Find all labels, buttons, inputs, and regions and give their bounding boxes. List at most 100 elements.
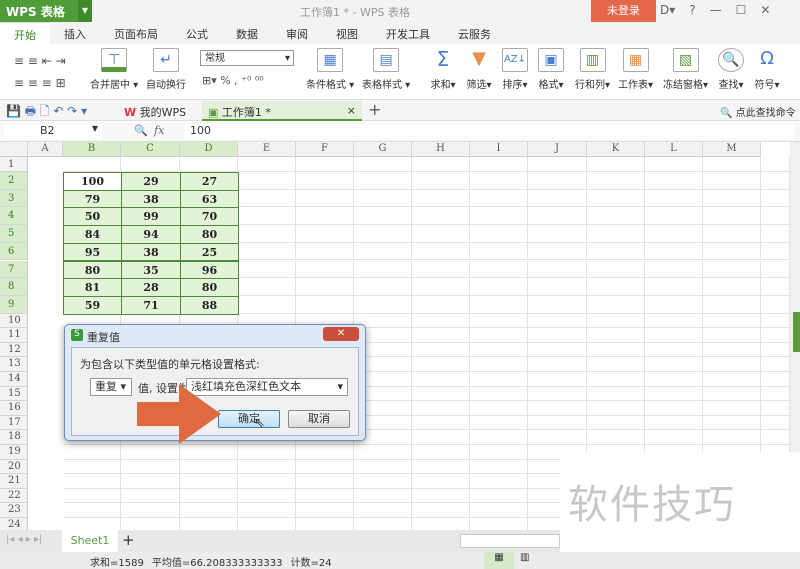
cell[interactable] (238, 474, 296, 489)
data-cell[interactable]: 25 (180, 242, 239, 262)
cell[interactable] (238, 295, 296, 314)
cell[interactable] (354, 242, 412, 261)
cell[interactable] (354, 295, 412, 314)
cell[interactable] (761, 189, 790, 208)
data-cell[interactable]: 38 (121, 242, 181, 262)
cell[interactable] (296, 260, 354, 279)
cell[interactable] (412, 342, 470, 358)
cell[interactable] (587, 225, 645, 243)
cell[interactable] (412, 295, 470, 314)
sheet-tab-sheet1[interactable]: Sheet1 (62, 530, 118, 552)
cell[interactable] (761, 386, 790, 402)
row-header[interactable]: 15 (0, 386, 28, 402)
normal-view-icon[interactable]: ▦ (484, 552, 514, 569)
row-header[interactable]: 16 (0, 401, 28, 416)
cell[interactable] (296, 459, 354, 475)
cell[interactable] (703, 207, 761, 226)
data-cell[interactable]: 63 (180, 189, 239, 209)
wps-menu-button[interactable]: WPS 表格 ▼ (0, 0, 92, 22)
cell[interactable] (587, 313, 645, 329)
row-header[interactable]: 21 (0, 474, 28, 489)
cell[interactable] (761, 207, 790, 226)
cell[interactable] (238, 242, 296, 261)
column-header[interactable]: D (180, 142, 238, 157)
cell[interactable] (121, 445, 180, 460)
row-header[interactable]: 24 (0, 518, 28, 530)
data-cell[interactable]: 59 (63, 295, 122, 315)
cell[interactable] (587, 207, 645, 226)
cell[interactable] (354, 225, 412, 243)
data-cell[interactable]: 95 (63, 242, 122, 262)
cell[interactable] (412, 172, 470, 190)
data-cell[interactable]: 29 (121, 172, 181, 191)
row-header[interactable]: 7 (0, 260, 28, 279)
cell[interactable] (354, 278, 412, 296)
sum-button[interactable]: Σ 求和▾ (430, 48, 456, 91)
cell[interactable] (180, 488, 238, 504)
column-header[interactable]: G (354, 142, 412, 157)
cell[interactable] (238, 207, 296, 226)
cell[interactable] (470, 172, 528, 190)
cell[interactable] (412, 430, 470, 445)
sort-button[interactable]: AZ↓ 排序▾ (502, 48, 528, 91)
cell[interactable] (238, 189, 296, 208)
cell[interactable] (761, 357, 790, 372)
cell[interactable] (587, 328, 645, 343)
data-cell[interactable]: 96 (180, 260, 239, 280)
cell[interactable] (528, 260, 587, 279)
cell[interactable] (645, 357, 703, 372)
cell[interactable] (354, 260, 412, 279)
find-button[interactable]: 🔍 查找▾ (718, 48, 744, 91)
cell[interactable] (528, 242, 587, 261)
cell[interactable] (703, 225, 761, 243)
cell[interactable] (761, 313, 790, 329)
cell[interactable] (238, 488, 296, 504)
cell[interactable] (528, 172, 587, 190)
cell[interactable] (238, 459, 296, 475)
ok-button[interactable]: 确定 (218, 410, 280, 428)
select-all-corner[interactable] (0, 142, 28, 157)
cell[interactable] (528, 401, 587, 416)
cell[interactable] (645, 260, 703, 279)
data-cell[interactable]: 50 (63, 207, 122, 227)
align-icons[interactable]: ≡ ≡ ⇤ ⇥ ≡ ≡ ≡ ⊞ (14, 50, 66, 94)
cell[interactable] (761, 430, 790, 445)
cell[interactable] (354, 445, 412, 460)
cell[interactable] (587, 357, 645, 372)
cell[interactable] (587, 342, 645, 358)
cell[interactable] (470, 189, 528, 208)
cell[interactable] (354, 172, 412, 190)
cell[interactable] (703, 415, 761, 431)
cell[interactable] (296, 157, 354, 172)
cell[interactable] (121, 518, 180, 530)
tab-workbook[interactable]: ▣ 工作簿1 * × (202, 101, 362, 121)
cell[interactable] (470, 328, 528, 343)
cell[interactable] (412, 445, 470, 460)
cell[interactable] (587, 430, 645, 445)
tab-mywps[interactable]: W 我的WPS × (118, 101, 200, 133)
zoom-icon[interactable]: 🔍 (134, 124, 148, 137)
cell[interactable] (121, 503, 180, 518)
cell[interactable] (645, 386, 703, 402)
cell[interactable] (761, 225, 790, 243)
cell[interactable] (238, 445, 296, 460)
cell[interactable] (412, 207, 470, 226)
cell[interactable] (470, 260, 528, 279)
cell[interactable] (645, 242, 703, 261)
cell[interactable] (238, 503, 296, 518)
cell[interactable] (296, 503, 354, 518)
cell[interactable] (63, 518, 121, 530)
data-cell[interactable]: 27 (180, 172, 239, 191)
cell[interactable] (63, 459, 121, 475)
data-cell[interactable]: 35 (121, 260, 181, 280)
row-header[interactable]: 22 (0, 488, 28, 504)
cell[interactable] (412, 372, 470, 387)
cond-format-button[interactable]: ▦ 条件格式 ▾ (306, 48, 354, 91)
row-header[interactable]: 19 (0, 445, 28, 460)
data-cell[interactable]: 80 (180, 225, 239, 244)
cell[interactable] (703, 372, 761, 387)
cell[interactable] (354, 474, 412, 489)
cell[interactable] (645, 342, 703, 358)
cell[interactable] (703, 172, 761, 190)
cell[interactable] (703, 342, 761, 358)
